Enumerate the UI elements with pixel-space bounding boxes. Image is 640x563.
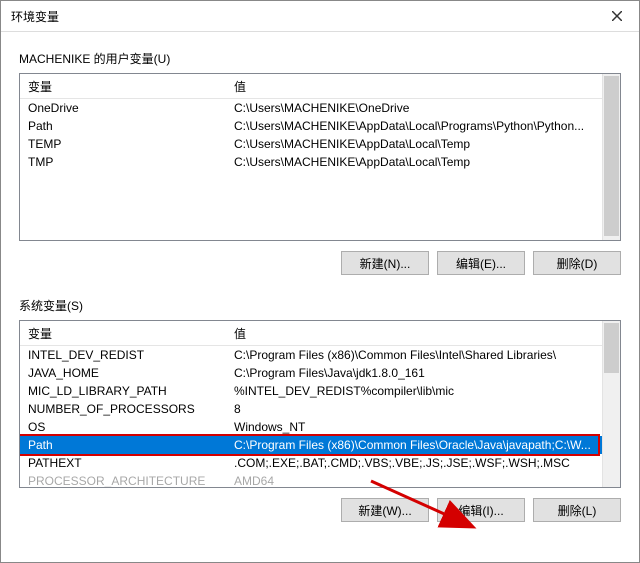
var-value: C:\Users\MACHENIKE\AppData\Local\Temp [226,137,602,151]
var-value: .COM;.EXE;.BAT;.CMD;.VBS;.VBE;.JS;.JSE;.… [226,456,602,470]
window-title: 环境变量 [11,8,59,25]
user-vars-headers: 变量 值 [20,74,602,99]
col-header-value[interactable]: 值 [226,325,602,342]
var-value: C:\Program Files (x86)\Common Files\Inte… [226,348,602,362]
table-row[interactable]: INTEL_DEV_REDIST C:\Program Files (x86)\… [20,346,602,364]
scrollbar[interactable] [602,74,620,240]
var-value: C:\Program Files (x86)\Common Files\Orac… [226,438,602,452]
var-name: TEMP [20,137,226,151]
var-name: NUMBER_OF_PROCESSORS [20,402,226,416]
var-value: C:\Program Files\Java\jdk1.8.0_161 [226,366,602,380]
var-name: PROCESSOR_ARCHITECTURE [20,474,226,487]
system-vars-label: 系统变量(S) [19,297,621,314]
dialog-body: MACHENIKE 的用户变量(U) 变量 值 OneDrive C:\User… [1,32,639,522]
table-row[interactable]: PROCESSOR_ARCHITECTURE AMD64 [20,472,602,487]
titlebar: 环境变量 [1,1,639,32]
var-value: C:\Users\MACHENIKE\AppData\Local\Program… [226,119,602,133]
user-delete-button[interactable]: 删除(D) [533,251,621,275]
table-row[interactable]: TEMP C:\Users\MACHENIKE\AppData\Local\Te… [20,135,602,153]
system-delete-button[interactable]: 删除(L) [533,498,621,522]
user-vars-list-inner: 变量 值 OneDrive C:\Users\MACHENIKE\OneDriv… [20,74,602,240]
table-row[interactable]: Path C:\Users\MACHENIKE\AppData\Local\Pr… [20,117,602,135]
user-edit-button[interactable]: 编辑(E)... [437,251,525,275]
var-value: 8 [226,402,602,416]
close-icon [612,11,622,21]
user-vars-list[interactable]: 变量 值 OneDrive C:\Users\MACHENIKE\OneDriv… [19,73,621,241]
col-header-value[interactable]: 值 [226,78,602,95]
table-row[interactable]: PATHEXT .COM;.EXE;.BAT;.CMD;.VBS;.VBE;.J… [20,454,602,472]
var-value: Windows_NT [226,420,602,434]
var-name: TMP [20,155,226,169]
table-row[interactable]: OS Windows_NT [20,418,602,436]
var-name: OneDrive [20,101,226,115]
table-row-selected[interactable]: Path C:\Program Files (x86)\Common Files… [20,436,602,454]
var-value: C:\Users\MACHENIKE\OneDrive [226,101,602,115]
var-name: Path [20,119,226,133]
var-name: JAVA_HOME [20,366,226,380]
system-vars-headers: 变量 值 [20,321,602,346]
user-vars-buttons: 新建(N)... 编辑(E)... 删除(D) [19,251,621,275]
system-edit-button[interactable]: 编辑(I)... [437,498,525,522]
scrollbar[interactable] [602,321,620,487]
scroll-thumb[interactable] [604,323,619,373]
system-vars-buttons: 新建(W)... 编辑(I)... 删除(L) [19,498,621,522]
user-new-button[interactable]: 新建(N)... [341,251,429,275]
user-vars-label: MACHENIKE 的用户变量(U) [19,50,621,67]
system-vars-list[interactable]: 变量 值 INTEL_DEV_REDIST C:\Program Files (… [19,320,621,488]
var-name: Path [20,438,226,452]
var-value: AMD64 [226,474,602,487]
var-name: MIC_LD_LIBRARY_PATH [20,384,226,398]
col-header-name[interactable]: 变量 [20,78,226,95]
var-name: OS [20,420,226,434]
table-row[interactable]: MIC_LD_LIBRARY_PATH %INTEL_DEV_REDIST%co… [20,382,602,400]
table-row[interactable]: JAVA_HOME C:\Program Files\Java\jdk1.8.0… [20,364,602,382]
table-row[interactable]: TMP C:\Users\MACHENIKE\AppData\Local\Tem… [20,153,602,171]
env-vars-dialog: 环境变量 MACHENIKE 的用户变量(U) 变量 值 OneDrive C:… [0,0,640,563]
var-value: C:\Users\MACHENIKE\AppData\Local\Temp [226,155,602,169]
scroll-thumb[interactable] [604,76,619,236]
col-header-name[interactable]: 变量 [20,325,226,342]
close-button[interactable] [594,1,639,31]
table-row[interactable]: NUMBER_OF_PROCESSORS 8 [20,400,602,418]
var-value: %INTEL_DEV_REDIST%compiler\lib\mic [226,384,602,398]
var-name: PATHEXT [20,456,226,470]
table-row[interactable]: OneDrive C:\Users\MACHENIKE\OneDrive [20,99,602,117]
system-vars-list-inner: 变量 值 INTEL_DEV_REDIST C:\Program Files (… [20,321,602,487]
var-name: INTEL_DEV_REDIST [20,348,226,362]
system-new-button[interactable]: 新建(W)... [341,498,429,522]
